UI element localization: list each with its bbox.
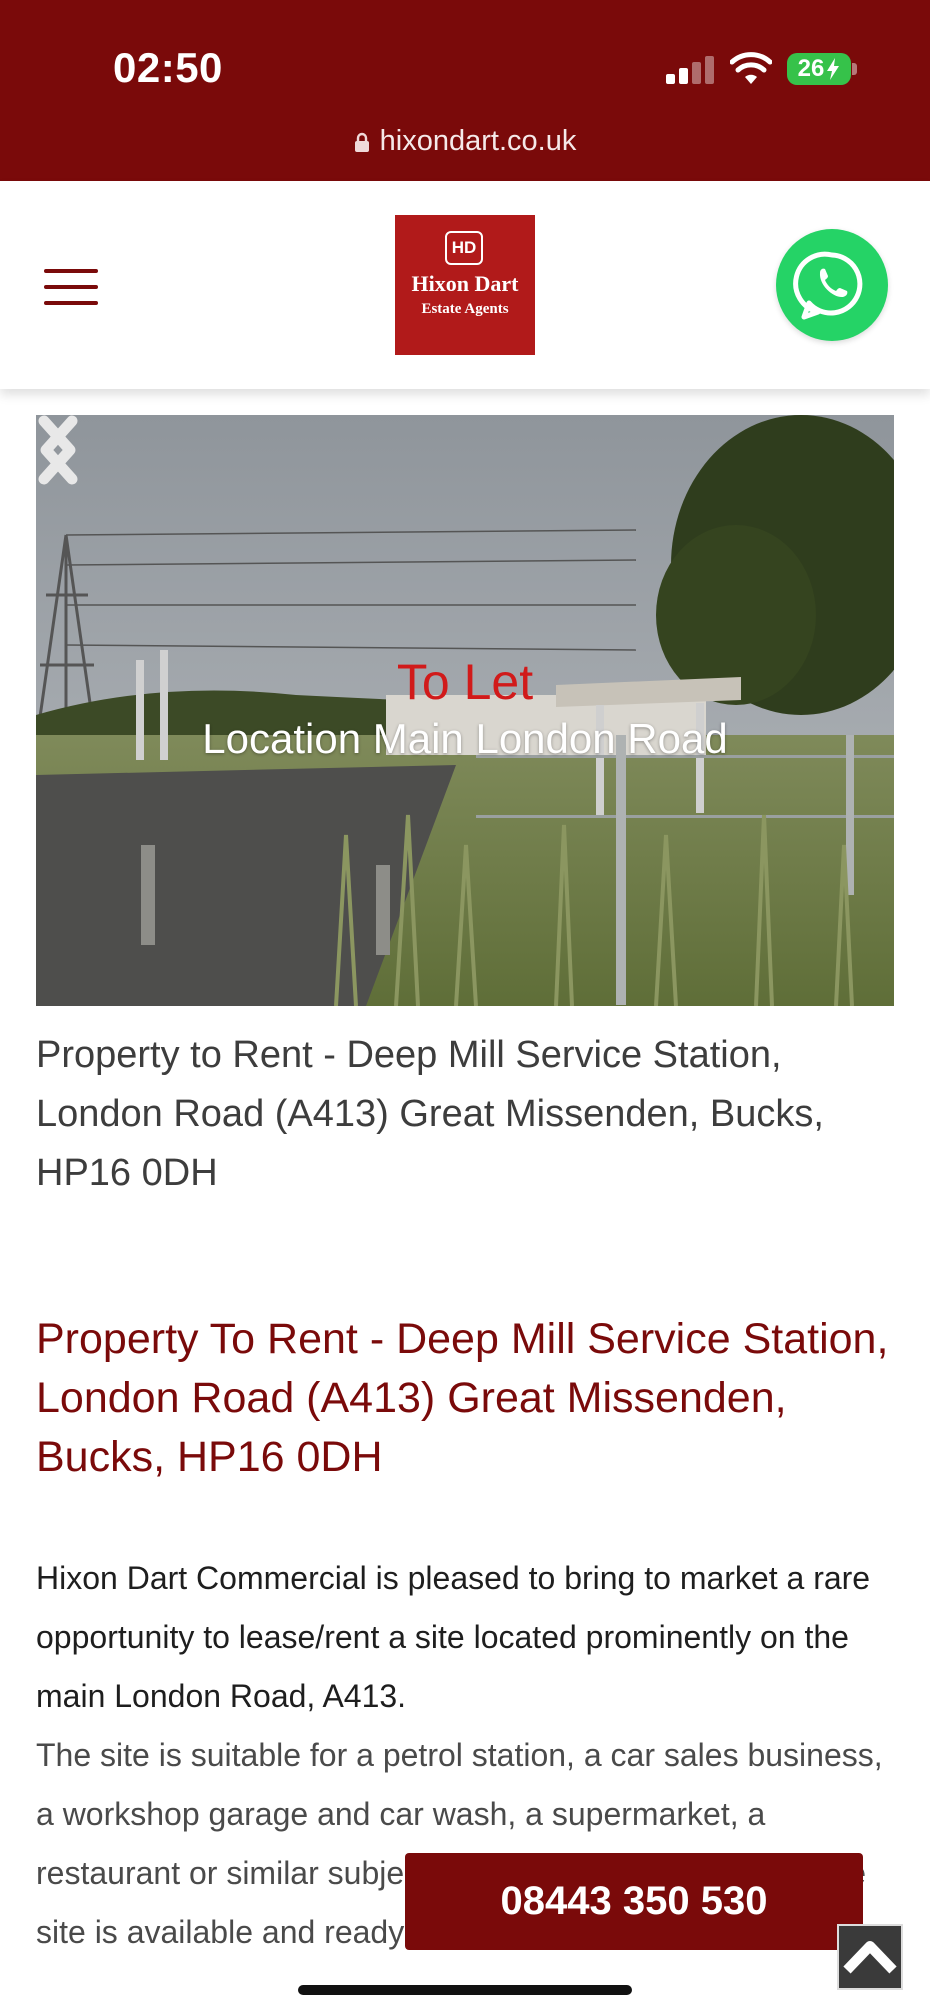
battery-cap: [852, 63, 857, 75]
battery-level: 26: [797, 55, 825, 82]
home-indicator: [298, 1985, 632, 1995]
property-photo-carousel[interactable]: To Let Location Main London Road: [36, 415, 894, 1006]
back-to-top-button[interactable]: [837, 1924, 903, 1990]
menu-icon-bar: [44, 285, 98, 289]
wifi-icon: [730, 52, 772, 84]
listing-heading: Property To Rent - Deep Mill Service Sta…: [36, 1315, 889, 1481]
whatsapp-icon: [793, 251, 863, 320]
site-logo[interactable]: HD Hixon Dart Estate Agents: [395, 215, 535, 355]
chevron-right-icon[interactable]: [36, 415, 80, 485]
whatsapp-button[interactable]: [776, 229, 888, 341]
charging-bolt-icon: [827, 58, 840, 80]
url-text: hixondart.co.uk: [379, 125, 577, 157]
chevron-up-icon: [843, 1941, 897, 1974]
logo-subtitle: Estate Agents: [421, 301, 509, 317]
signal-icon: [666, 56, 714, 84]
menu-icon-bar: [44, 301, 98, 305]
listing-location: Location Main London Road: [202, 715, 728, 762]
site-header: HD Hixon Dart Estate Agents: [0, 181, 930, 389]
listing-status-tag: To Let: [396, 654, 534, 710]
lock-icon: [354, 127, 370, 152]
menu-button[interactable]: [44, 269, 98, 305]
menu-icon-bar: [44, 269, 98, 273]
listing-subtitle: Property to Rent - Deep Mill Service Sta…: [36, 1034, 824, 1194]
logo-initials: HD: [445, 231, 483, 265]
status-time: 02:50: [113, 44, 223, 91]
listing-description-intro: Hixon Dart Commercial is pleased to brin…: [36, 1560, 871, 1714]
logo-name: Hixon Dart: [411, 271, 519, 296]
battery-indicator: 26: [787, 53, 851, 85]
status-bar: 02:50 26 hixondart.co.uk: [0, 0, 930, 181]
address-bar[interactable]: hixondart.co.uk: [0, 125, 930, 158]
call-phone-button[interactable]: 08443 350 530: [405, 1853, 863, 1950]
